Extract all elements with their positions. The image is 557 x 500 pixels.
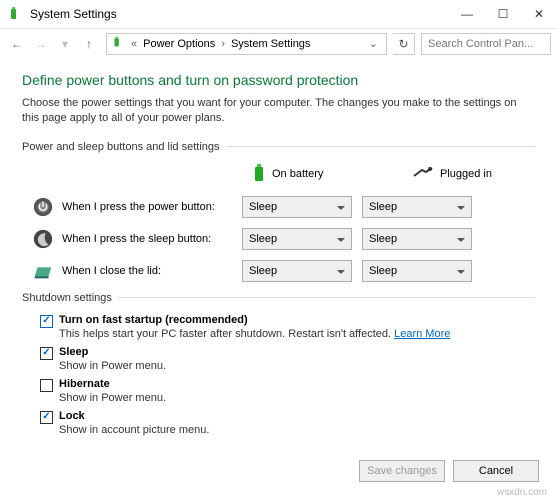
breadcrumb-sep: « (129, 38, 139, 50)
sleep-desc: Show in Power menu. (59, 360, 166, 372)
group-shutdown-label: Shutdown settings (22, 292, 535, 304)
lid-plugged-select[interactable]: Sleep (362, 260, 472, 282)
hibernate-checkbox[interactable] (40, 379, 53, 392)
page-description: Choose the power settings that you want … (22, 96, 535, 127)
row-label: When I close the lid: (62, 265, 242, 277)
power-button-battery-select[interactable]: Sleep (242, 196, 352, 218)
footer-buttons: Save changes Cancel (359, 460, 539, 482)
nav-bar: ← → ▾ ↑ « Power Options › System Setting… (0, 28, 557, 58)
breadcrumb-sep: › (219, 38, 227, 50)
hibernate-row: Hibernate Show in Power menu. (40, 378, 535, 404)
search-input[interactable]: Search Control Pan... (421, 33, 551, 55)
power-button-icon (32, 196, 54, 218)
lid-battery-select[interactable]: Sleep (242, 260, 352, 282)
close-button[interactable]: ✕ (521, 0, 557, 28)
address-dropdown[interactable]: ⌄ (365, 37, 382, 50)
lock-checkbox[interactable] (40, 411, 53, 424)
row-power-button: When I press the power button: Sleep Sle… (22, 196, 535, 218)
breadcrumb-system-settings[interactable]: System Settings (231, 38, 310, 50)
power-options-icon (8, 6, 24, 22)
row-close-lid: When I close the lid: Sleep Sleep (22, 260, 535, 282)
sleep-button-icon (32, 228, 54, 250)
back-button[interactable]: ← (6, 33, 28, 55)
sleep-button-battery-select[interactable]: Sleep (242, 228, 352, 250)
lock-row: Lock Show in account picture menu. (40, 410, 535, 436)
lid-icon (32, 260, 54, 282)
save-changes-button[interactable]: Save changes (359, 460, 445, 482)
sleep-checkbox[interactable] (40, 347, 53, 360)
battery-icon (252, 163, 266, 186)
fast-startup-checkbox[interactable] (40, 315, 53, 328)
row-sleep-button: When I press the sleep button: Sleep Sle… (22, 228, 535, 250)
address-bar[interactable]: « Power Options › System Settings ⌄ (106, 33, 387, 55)
fast-startup-desc: This helps start your PC faster after sh… (59, 328, 450, 340)
row-label: When I press the power button: (62, 201, 242, 213)
plug-icon (412, 166, 434, 183)
col-plugged-in: Plugged in (412, 163, 532, 186)
forward-button[interactable]: → (30, 33, 52, 55)
lock-title: Lock (59, 410, 209, 422)
sleep-row: Sleep Show in Power menu. (40, 346, 535, 372)
title-bar: System Settings — ☐ ✕ (0, 0, 557, 28)
hibernate-desc: Show in Power menu. (59, 392, 166, 404)
fast-startup-row: Turn on fast startup (recommended) This … (40, 314, 535, 340)
window-title: System Settings (30, 7, 449, 21)
content-area: Define power buttons and turn on passwor… (0, 58, 557, 444)
power-button-plugged-select[interactable]: Sleep (362, 196, 472, 218)
group-power-sleep-label: Power and sleep buttons and lid settings (22, 141, 535, 153)
refresh-button[interactable]: ↻ (393, 33, 415, 55)
learn-more-link[interactable]: Learn More (394, 328, 450, 340)
battery-icon (111, 35, 125, 52)
up-button[interactable]: ↑ (78, 33, 100, 55)
breadcrumb-power-options[interactable]: Power Options (143, 38, 215, 50)
col-on-battery: On battery (252, 163, 372, 186)
sleep-title: Sleep (59, 346, 166, 358)
minimize-button[interactable]: — (449, 0, 485, 28)
fast-startup-title: Turn on fast startup (recommended) (59, 314, 450, 326)
page-heading: Define power buttons and turn on passwor… (22, 72, 535, 88)
row-label: When I press the sleep button: (62, 233, 242, 245)
sleep-button-plugged-select[interactable]: Sleep (362, 228, 472, 250)
watermark: wsxdn.com (497, 487, 547, 498)
cancel-button[interactable]: Cancel (453, 460, 539, 482)
hibernate-title: Hibernate (59, 378, 166, 390)
maximize-button[interactable]: ☐ (485, 0, 521, 28)
recent-locations-button[interactable]: ▾ (54, 33, 76, 55)
column-headers: On battery Plugged in (252, 163, 535, 186)
lock-desc: Show in account picture menu. (59, 424, 209, 436)
